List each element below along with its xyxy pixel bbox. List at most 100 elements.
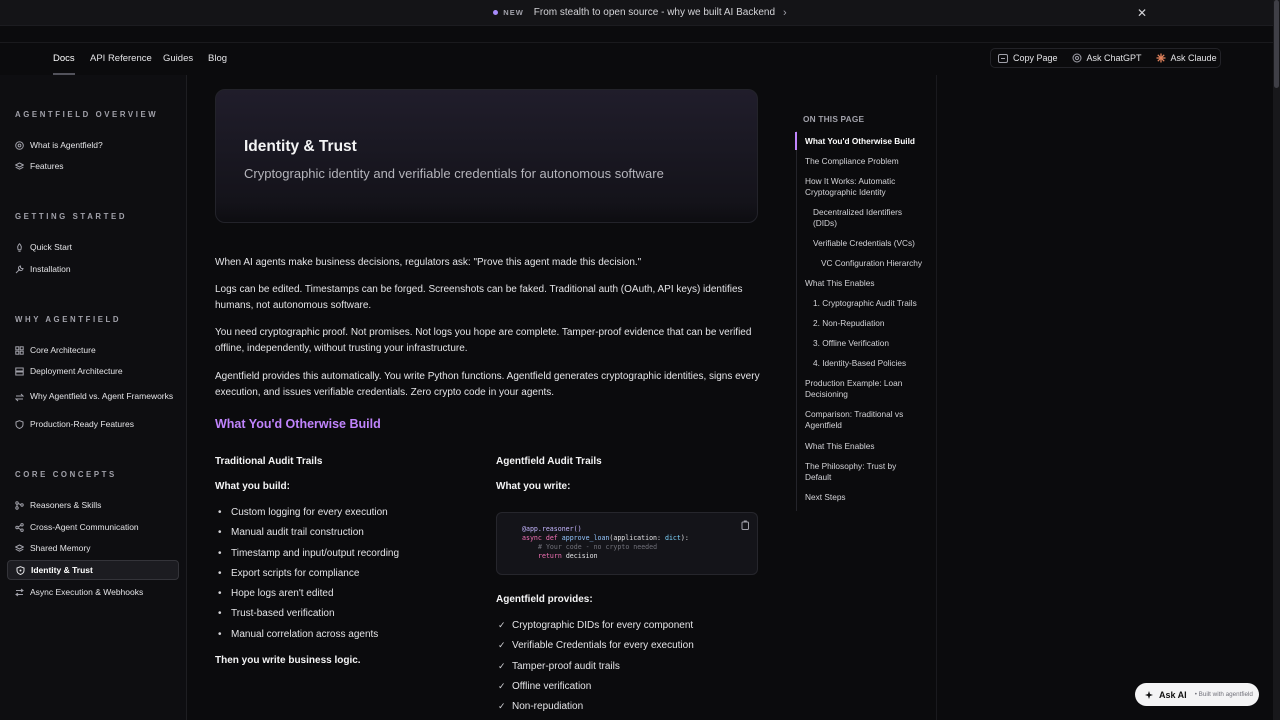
layers-icon bbox=[15, 161, 24, 170]
sidebar-item-label: Core Architecture bbox=[30, 345, 96, 355]
close-icon[interactable]: ✕ bbox=[1137, 6, 1147, 20]
copy-code-icon[interactable] bbox=[741, 520, 750, 530]
tab-docs[interactable]: Docs bbox=[53, 53, 75, 75]
toc-item[interactable]: What This Enables bbox=[805, 441, 930, 452]
sidebar-item-quick-start[interactable]: Quick Start bbox=[7, 237, 179, 257]
sidebar-item-features[interactable]: Features bbox=[7, 156, 179, 176]
list-item: Export scripts for compliance bbox=[215, 568, 485, 588]
sidebar-item-cross-agent-communication[interactable]: Cross-Agent Communication bbox=[7, 517, 179, 537]
agentfield-provides-list: Cryptographic DIDs for every component V… bbox=[496, 620, 758, 720]
tab-guides[interactable]: Guides bbox=[163, 53, 193, 64]
toc-item[interactable]: VC Configuration Hierarchy bbox=[821, 258, 936, 269]
toc-item[interactable]: Decentralized Identifiers (DIDs) bbox=[813, 207, 918, 229]
page-actions: Copy Page Ask ChatGPT Ask Claude bbox=[990, 48, 1221, 68]
grid-icon bbox=[15, 345, 24, 355]
scrollbar-thumb[interactable] bbox=[1274, 0, 1279, 88]
list-item: Trust-based verification bbox=[215, 608, 485, 628]
intro-paragraph-3: You need cryptographic proof. Not promis… bbox=[215, 327, 752, 354]
toc-item[interactable]: 4. Identity-Based Policies bbox=[813, 358, 933, 369]
ask-ai-button[interactable]: Ask AI • Built with agentfield bbox=[1135, 683, 1259, 706]
toc-item[interactable]: Verifiable Credentials (VCs) bbox=[813, 238, 928, 249]
built-with-label: • Built with agentfield bbox=[1194, 691, 1253, 698]
toc-item[interactable]: The Compliance Problem bbox=[805, 156, 930, 167]
toc-item[interactable]: 1. Cryptographic Audit Trails bbox=[813, 298, 933, 309]
scrollbar[interactable] bbox=[1273, 0, 1280, 720]
traditional-column-footer: Then you write business logic. bbox=[215, 655, 361, 666]
sidebar-item-reasoners-skills[interactable]: Reasoners & Skills bbox=[7, 495, 179, 515]
ask-claude-button[interactable]: Ask Claude bbox=[1149, 53, 1224, 63]
target-icon bbox=[15, 140, 24, 150]
page-hero: Identity & Trust Cryptographic identity … bbox=[215, 89, 758, 223]
sidebar-item-shared-memory[interactable]: Shared Memory bbox=[7, 538, 179, 558]
shield-icon bbox=[16, 565, 25, 575]
share-icon bbox=[15, 522, 24, 532]
agentfield-column-title: Agentfield Audit Trails bbox=[496, 456, 602, 467]
toc-item[interactable]: Next Steps bbox=[805, 492, 930, 503]
code-block[interactable]: @app.reasoner() async def approve_loan(a… bbox=[496, 512, 758, 575]
toc-item[interactable]: How It Works: Automatic Cryptographic Id… bbox=[805, 176, 915, 198]
code-keyword: return bbox=[538, 552, 562, 560]
compare-icon bbox=[15, 393, 24, 401]
sidebar-item-label: Reasoners & Skills bbox=[30, 500, 102, 510]
ask-chatgpt-button[interactable]: Ask ChatGPT bbox=[1065, 53, 1149, 63]
sidebar-item-core-architecture[interactable]: Core Architecture bbox=[7, 340, 179, 360]
wrench-icon bbox=[15, 264, 24, 273]
sidebar-item-why-agentfield-vs-frameworks[interactable]: Why Agentfield vs. Agent Frameworks bbox=[7, 385, 179, 409]
list-item: Manual correlation across agents bbox=[215, 629, 485, 649]
rocket-icon bbox=[17, 242, 22, 252]
list-item: Tamper-proof audit trails bbox=[496, 661, 758, 681]
toc-rail bbox=[796, 131, 797, 511]
code-line: return decision bbox=[522, 552, 757, 561]
sidebar-item-label: Why Agentfield vs. Agent Frameworks bbox=[30, 391, 174, 402]
section-heading[interactable]: What You'd Otherwise Build bbox=[215, 417, 381, 431]
code-value: decision bbox=[565, 552, 598, 560]
sidebar-section-getting-started: GETTING STARTED bbox=[15, 212, 128, 221]
announcement-text[interactable]: From stealth to open source - why we bui… bbox=[534, 7, 775, 18]
list-item: Cryptographic DIDs for every component bbox=[496, 620, 758, 640]
toc-item[interactable]: What You'd Otherwise Build bbox=[805, 136, 930, 147]
sidebar-item-what-is-agentfield[interactable]: What is Agentfield? bbox=[7, 135, 179, 155]
sidebar-item-label: Cross-Agent Communication bbox=[30, 522, 139, 532]
toc-item[interactable]: Production Example: Loan Decisioning bbox=[805, 378, 915, 400]
tab-api-reference[interactable]: API Reference bbox=[90, 53, 152, 64]
agentfield-provides-title: Agentfield provides: bbox=[496, 594, 593, 605]
claude-icon bbox=[1156, 53, 1166, 63]
code-decorator: @app.reasoner() bbox=[522, 525, 582, 533]
sidebar-item-installation[interactable]: Installation bbox=[7, 259, 179, 279]
toc-item[interactable]: Comparison: Traditional vs Agentfield bbox=[805, 409, 915, 431]
toc-item[interactable]: What This Enables bbox=[805, 278, 930, 289]
sidebar-item-identity-trust[interactable]: Identity & Trust bbox=[7, 560, 179, 580]
code-punct: ): bbox=[680, 534, 689, 542]
toc-title: ON THIS PAGE bbox=[803, 114, 865, 124]
list-item: Offline verification bbox=[496, 681, 758, 701]
code-line: # Your code - no crypto needed bbox=[522, 543, 757, 552]
chatgpt-icon bbox=[1072, 53, 1082, 63]
sidebar-item-label: Installation bbox=[30, 264, 71, 274]
copy-page-button[interactable]: Copy Page bbox=[991, 53, 1065, 63]
list-item: Verifiable Credentials for every executi… bbox=[496, 640, 758, 660]
toc-item[interactable]: 3. Offline Verification bbox=[813, 338, 933, 349]
sidebar-item-label: Async Execution & Webhooks bbox=[30, 587, 144, 597]
sidebar-item-deployment-architecture[interactable]: Deployment Architecture bbox=[7, 361, 179, 381]
sidebar-item-label: Deployment Architecture bbox=[30, 366, 123, 376]
announcement-bar[interactable]: NEW From stealth to open source - why we… bbox=[0, 0, 1280, 26]
new-dot-icon bbox=[493, 10, 499, 15]
toc-item[interactable]: The Philosophy: Trust by Default bbox=[805, 461, 910, 483]
code-function: approve_loan bbox=[561, 534, 610, 542]
code-line: @app.reasoner() bbox=[522, 525, 757, 534]
sidebar-item-label: Features bbox=[30, 161, 64, 171]
ask-claude-label: Ask Claude bbox=[1170, 53, 1217, 63]
code-type: dict bbox=[664, 534, 681, 542]
page-subtitle: Cryptographic identity and verifiable cr… bbox=[244, 166, 664, 181]
tab-blog[interactable]: Blog bbox=[208, 53, 227, 64]
sidebar-item-label: What is Agentfield? bbox=[30, 140, 103, 150]
intro-paragraph-1: When AI agents make business decisions, … bbox=[215, 257, 642, 268]
list-item: Non-repudiation bbox=[496, 701, 758, 720]
agentfield-column-subtitle: What you write: bbox=[496, 481, 571, 492]
toc-item[interactable]: 2. Non-Repudiation bbox=[813, 318, 933, 329]
sidebar-item-async-execution[interactable]: Async Execution & Webhooks bbox=[7, 582, 179, 602]
sidebar-item-label: Quick Start bbox=[30, 242, 73, 252]
chevron-right-icon[interactable]: › bbox=[783, 7, 787, 19]
sidebar-item-production-ready-features[interactable]: Production-Ready Features bbox=[7, 414, 179, 434]
sidebar-section-why-agentfield: WHY AGENTFIELD bbox=[15, 315, 122, 324]
